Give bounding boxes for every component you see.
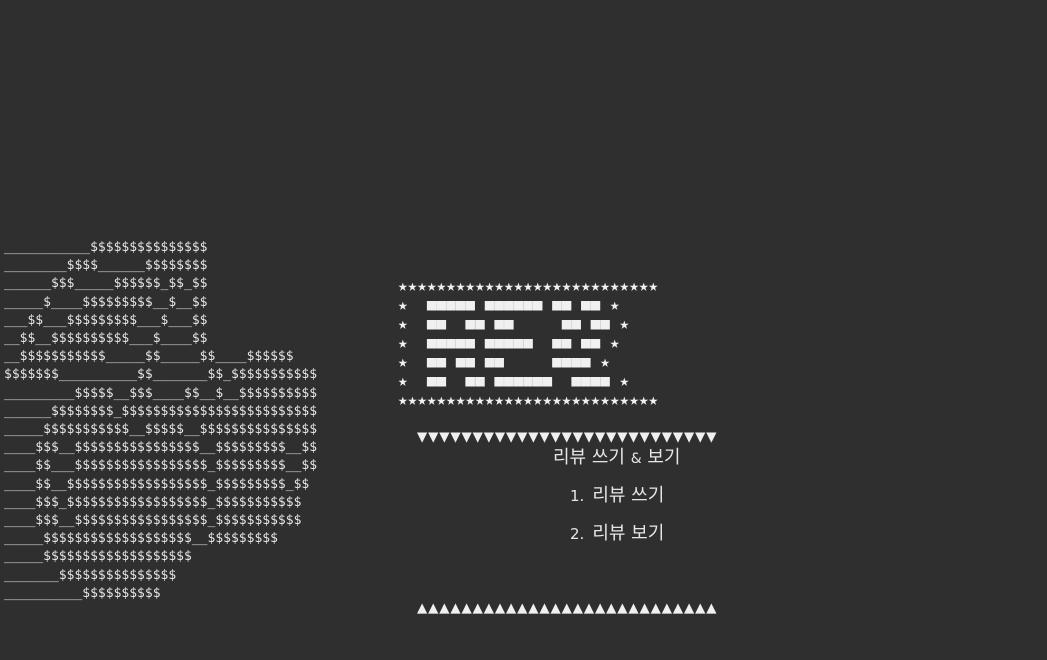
banner-line: ★ ■■ ■■ ■■ ■■■■ ★ [398,352,610,371]
banner-line: ★★★★★★★★★★★★★★★★★★★★★★★★★★★ [398,276,659,295]
menu-item-view-review[interactable]: 2. 리뷰 보기 [570,522,664,546]
menu-title: 리뷰 쓰기 & 보기 [553,446,680,471]
ascii-art-line: __________$$$$$$$$$$ [4,585,161,601]
ascii-art-illustration: ___________$$$$$$$$$$$$$$$ ________$$$$_… [4,239,317,603]
ascii-art-line: _______$$$$$$$$$$$$$$$ [4,567,177,583]
ascii-art-line: ____$$$_$$$$$$$$$$$$$$$$$$_$$$$$$$$$$$ [4,494,302,510]
triangle-divider-bottom: ▲▲▲▲▲▲▲▲▲▲▲▲▲▲▲▲▲▲▲▲▲▲▲▲▲▲▲ [417,601,718,616]
ascii-art-line: ______$$$$$$$$_$$$$$$$$$$$$$$$$$$$$$$$$$ [4,403,318,419]
ascii-art-line: __$$__$$$$$$$$$$___$____$$ [4,331,208,347]
ascii-art-line: ________$$$$______$$$$$$$$ [4,258,208,274]
menu-item-number: 1. [570,487,585,505]
ascii-art-line: _________$$$$$__$$$____$$__$__$$$$$$$$$$ [4,385,318,401]
ascii-art-line: __$$$$$$$$$$$_____$$_____$$____$$$$$$ [4,349,294,365]
ascii-art-line: $$$$$$$__________$$_______$$_$$$$$$$$$$$ [4,367,318,383]
menu-item-label: 리뷰 보기 [592,523,665,544]
banner-line: ★ ■■■■■ ■■■■■■ ■■ ■■ ★ [398,295,620,314]
menu-title-part1: 리뷰 쓰기 [553,447,631,468]
banner-line: ★ ■■ ■■ ■■ ■■ ■■ ★ [398,314,630,333]
menu-item-label: 리뷰 쓰기 [592,485,665,506]
review-banner: ★★★★★★★★★★★★★★★★★★★★★★★★★★★ ★ ■■■■■ ■■■■… [398,276,658,409]
banner-line: ★★★★★★★★★★★★★★★★★★★★★★★★★★★ [398,390,659,409]
ascii-art-line: ____$$__$$$$$$$$$$$$$$$$$$_$$$$$$$$$_$$ [4,476,310,492]
banner-line: ★ ■■■■■ ■■■■■ ■■ ■■ ★ [398,333,620,352]
menu-item-write-review[interactable]: 1. 리뷰 쓰기 [570,484,664,508]
menu-item-number: 2. [570,525,585,543]
menu-title-part2: 보기 [641,447,681,468]
ascii-art-line: ____$$$__$$$$$$$$$$$$$$$$__$$$$$$$$$__$$ [4,440,318,456]
ascii-art-line: ___________$$$$$$$$$$$$$$$ [4,240,208,255]
ascii-art-line: ____$$___$$$$$$$$$$$$$$$$$_$$$$$$$$$__$$ [4,458,318,474]
ascii-art-line: _____$$$$$$$$$$$$$$$$$$$__$$$$$$$$$ [4,531,278,547]
ascii-art-line: _____$$$$$$$$$$$$$$$$$$$ [4,549,192,565]
ascii-art-line: ___$$___$$$$$$$$$___$___$$ [4,312,208,328]
triangle-divider-top: ▼▼▼▼▼▼▼▼▼▼▼▼▼▼▼▼▼▼▼▼▼▼▼▼▼▼▼ [417,430,718,445]
ascii-art-line: _____$$$$$$$$$$$__$$$$$__$$$$$$$$$$$$$$$ [4,422,318,438]
ascii-art-line: ______$$$_____$$$$$$_$$_$$ [4,276,208,292]
ascii-art-line: ____$$$__$$$$$$$$$$$$$$$$$_$$$$$$$$$$$ [4,513,302,529]
banner-line: ★ ■■ ■■ ■■■■■■ ■■■■ ★ [398,371,630,390]
menu-title-ampersand: & [630,451,642,467]
ascii-art-line: _____$____$$$$$$$$$__$__$$ [4,294,208,310]
